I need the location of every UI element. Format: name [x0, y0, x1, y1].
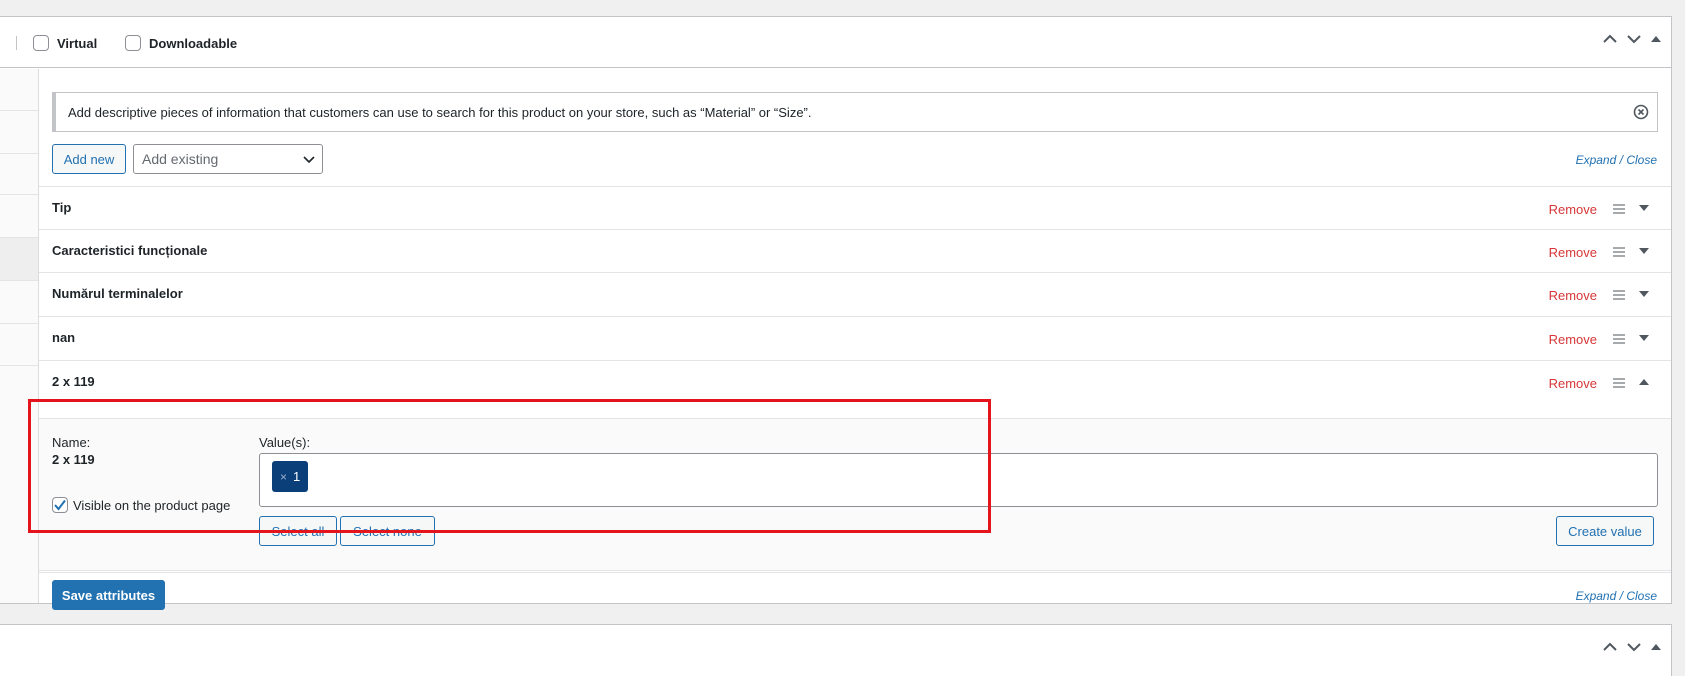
tab-item[interactable]: [0, 281, 38, 324]
attribute-row[interactable]: nan Remove: [39, 316, 1671, 360]
add-existing-placeholder: Add existing: [142, 151, 219, 167]
expand-triangle-icon[interactable]: [1639, 205, 1649, 212]
downloadable-checkbox[interactable]: Downloadable: [125, 35, 237, 51]
drag-handle-icon[interactable]: [1613, 334, 1625, 346]
visible-label: Visible on the product page: [73, 497, 231, 513]
tab-item[interactable]: [0, 195, 38, 238]
attributes-panel: Add descriptive pieces of information th…: [39, 69, 1671, 610]
remove-attribute-link[interactable]: Remove: [1549, 332, 1597, 347]
remove-attribute-link[interactable]: Remove: [1549, 202, 1597, 217]
visible-checkbox-box[interactable]: [52, 497, 68, 513]
value-token[interactable]: × 1: [272, 461, 309, 492]
header-separator: [16, 36, 17, 50]
create-value-button[interactable]: Create value: [1556, 516, 1654, 546]
attribute-row-expanded[interactable]: 2 x 119 Remove: [39, 360, 1671, 404]
info-notice: Add descriptive pieces of information th…: [52, 92, 1658, 132]
value-token-label: 1: [293, 469, 301, 484]
chevron-down-icon: [303, 156, 315, 164]
attribute-name: Tip: [52, 200, 72, 215]
next-panel-controls: [1603, 642, 1661, 652]
virtual-checkbox[interactable]: Virtual: [33, 35, 97, 51]
remove-token-icon[interactable]: ×: [280, 470, 287, 484]
values-label: Value(s):: [259, 435, 311, 450]
attribute-name: Caracteristici funcționale: [52, 243, 208, 258]
tab-item[interactable]: [0, 324, 38, 366]
virtual-label: Virtual: [57, 35, 98, 51]
add-new-button[interactable]: Add new: [52, 144, 126, 174]
chevron-up-icon[interactable]: [1603, 34, 1617, 44]
remove-attribute-link[interactable]: Remove: [1549, 288, 1597, 303]
attribute-row[interactable]: Tip Remove: [39, 186, 1671, 230]
next-panel: [0, 624, 1672, 676]
attribute-name: Numărul terminalelor: [52, 286, 183, 301]
remove-attribute-link[interactable]: Remove: [1549, 376, 1597, 391]
remove-attribute-link[interactable]: Remove: [1549, 245, 1597, 260]
tab-item[interactable]: [0, 154, 38, 195]
select-all-button[interactable]: Select all: [259, 516, 337, 546]
attribute-row[interactable]: Caracteristici funcționale Remove: [39, 229, 1671, 273]
tab-item[interactable]: [0, 69, 38, 111]
collapse-triangle-icon[interactable]: [1639, 379, 1649, 386]
close-link[interactable]: Close: [1626, 153, 1657, 167]
attribute-row[interactable]: Numărul terminalelor Remove: [39, 272, 1671, 316]
expand-link[interactable]: Expand: [1576, 589, 1617, 603]
drag-handle-icon[interactable]: [1613, 204, 1625, 216]
expand-triangle-icon[interactable]: [1639, 291, 1649, 298]
expand-triangle-icon[interactable]: [1639, 335, 1649, 342]
chevron-down-icon[interactable]: [1627, 34, 1641, 44]
name-label: Name:: [52, 435, 91, 450]
tab-item-attributes[interactable]: [0, 238, 38, 281]
save-attributes-button[interactable]: Save attributes: [52, 580, 165, 610]
link-separator: /: [1619, 589, 1623, 603]
expand-close-links-bottom: Expand / Close: [1576, 589, 1657, 603]
notice-text: Add descriptive pieces of information th…: [68, 104, 812, 120]
downloadable-label: Downloadable: [149, 35, 238, 51]
downloadable-checkbox-box[interactable]: [125, 35, 141, 51]
name-value: 2 x 119: [52, 452, 95, 467]
attribute-name: 2 x 119: [52, 374, 95, 389]
attribute-name: nan: [52, 330, 76, 345]
panel-header: Virtual Downloadable: [0, 17, 1671, 68]
panel-controls: [1603, 34, 1661, 44]
expand-close-links-top: Expand / Close: [1576, 153, 1657, 167]
link-separator: /: [1619, 153, 1623, 167]
collapse-triangle-icon[interactable]: [1651, 35, 1661, 43]
drag-handle-icon[interactable]: [1613, 290, 1625, 302]
add-existing-select[interactable]: Add existing: [133, 144, 323, 174]
product-data-panel: Virtual Downloadable Add descriptive pie…: [0, 16, 1672, 610]
checkmark-icon: [54, 499, 66, 511]
expand-link[interactable]: Expand: [1576, 153, 1617, 167]
select-none-button[interactable]: Select none: [340, 516, 435, 546]
attribute-details: Name: 2 x 119 Visible on the product pag…: [39, 418, 1671, 571]
chevron-down-icon[interactable]: [1627, 642, 1641, 652]
tab-item[interactable]: [0, 111, 38, 154]
close-icon[interactable]: [1633, 104, 1649, 120]
product-data-tabs: [0, 69, 39, 603]
visible-on-product-page-checkbox[interactable]: Visible on the product page: [52, 497, 230, 513]
close-link[interactable]: Close: [1626, 589, 1657, 603]
collapse-triangle-icon[interactable]: [1651, 643, 1661, 651]
drag-handle-icon[interactable]: [1613, 378, 1625, 390]
expand-triangle-icon[interactable]: [1639, 248, 1649, 255]
values-input[interactable]: × 1: [259, 453, 1658, 507]
virtual-checkbox-box[interactable]: [33, 35, 49, 51]
footer-divider: [39, 572, 1671, 573]
chevron-up-icon[interactable]: [1603, 642, 1617, 652]
drag-handle-icon[interactable]: [1613, 247, 1625, 259]
